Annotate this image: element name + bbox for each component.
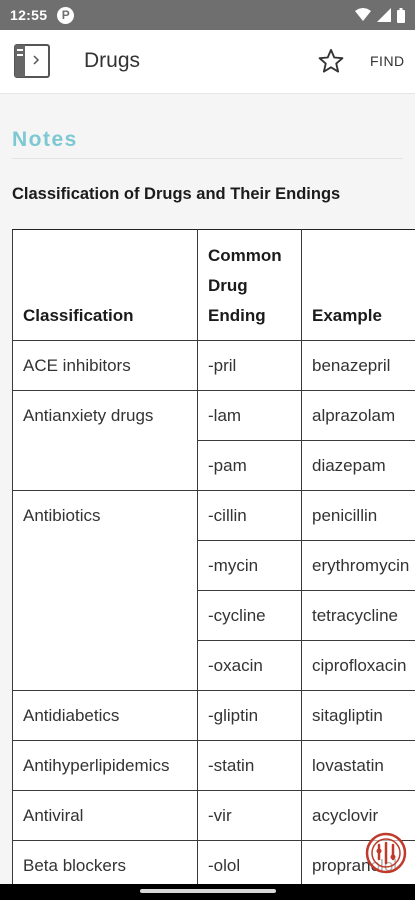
table-row: Antidiabetics -gliptin sitagliptin (12, 690, 415, 741)
book-icon[interactable] (14, 44, 50, 78)
wifi-icon (355, 8, 371, 21)
status-icons (355, 7, 405, 23)
cell-ending: -pam (197, 440, 302, 491)
cell-example: penicillin (301, 490, 415, 541)
table-row: Antiviral -vir acyclovir (12, 790, 415, 841)
cell-classification: ACE inhibitors (12, 340, 198, 391)
table-header-row: Classification Common Drug Ending Exampl… (12, 229, 415, 341)
header-line: Drug (208, 276, 248, 295)
table-body: ACE inhibitors -pril benazepril Antianxiety… (12, 340, 415, 884)
header-classification: Classification (12, 229, 198, 341)
header-line: Ending (208, 306, 266, 325)
notes-content[interactable]: Notes Classification of Drugs and Their … (0, 94, 415, 884)
cell-classification: Antidiabetics (12, 690, 198, 741)
notes-heading: Notes (12, 128, 78, 151)
divider (12, 158, 403, 159)
cell-example: diazepam (301, 440, 415, 491)
cell-ending: -mycin (197, 540, 302, 591)
cell-ending: -cycline (197, 590, 302, 641)
cell-ending: -pril (197, 340, 302, 391)
table-row: Antihyperlipidemics -statin lovastatin (12, 740, 415, 791)
page-title: Drugs (84, 49, 141, 72)
cell-classification: Antihyperlipidemics (12, 740, 198, 791)
cell-ending: -vir (197, 790, 302, 841)
table-row: ACE inhibitors -pril benazepril (12, 340, 415, 391)
header-common-drug-ending: Common Drug Ending (197, 229, 302, 341)
table-row: Beta blockers -olol propranolol (12, 840, 415, 884)
table-row: Antibiotics -cillin penicillin (12, 490, 415, 691)
header-line: Common (208, 246, 282, 265)
star-icon[interactable] (317, 47, 345, 75)
cell-example: erythromycin (301, 540, 415, 591)
cell-example: tetracycline (301, 590, 415, 641)
table-row: Antianxiety drugs -lam alprazolam (12, 390, 415, 491)
drug-table-container[interactable]: Classification Common Drug Ending Exampl… (12, 229, 415, 884)
navigation-bar (0, 884, 415, 900)
status-time: 12:55 (10, 7, 48, 23)
cell-example: alprazolam (301, 390, 415, 441)
cell-example: lovastatin (301, 740, 415, 791)
section-title: Classification of Drugs and Their Ending… (12, 185, 341, 203)
cell-ending: -lam (197, 390, 302, 441)
cell-ending: -gliptin (197, 690, 302, 741)
cell-example: benazepril (301, 340, 415, 391)
cell-ending: -olol (197, 840, 302, 884)
cell-ending: -oxacin (197, 640, 302, 691)
cell-classification: Antibiotics (12, 490, 198, 691)
home-handle[interactable] (140, 889, 276, 893)
find-button[interactable]: FIND (370, 53, 405, 69)
cell-ending: -statin (197, 740, 302, 791)
cell-example: sitagliptin (301, 690, 415, 741)
app-bar: Drugs FIND (0, 30, 415, 94)
signal-icon (377, 8, 391, 22)
status-indicator-icon: P (57, 6, 75, 24)
drug-endings-table: Classification Common Drug Ending Exampl… (12, 229, 415, 884)
cell-classification: Antiviral (12, 790, 198, 841)
cell-ending: -cillin (197, 490, 302, 541)
battery-icon (397, 7, 405, 23)
cell-classification: Antianxiety drugs (12, 390, 198, 491)
header-example: Example (301, 229, 415, 341)
cell-example: ciprofloxacin (301, 640, 415, 691)
interaction-icon[interactable] (364, 831, 408, 875)
status-bar: 12:55 P (0, 0, 415, 30)
cell-classification: Beta blockers (12, 840, 198, 884)
